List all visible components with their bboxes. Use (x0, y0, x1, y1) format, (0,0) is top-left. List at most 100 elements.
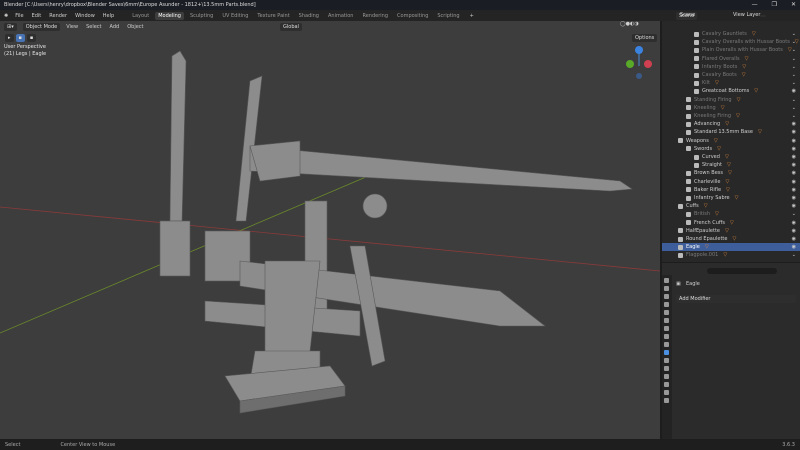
eye-icon[interactable]: ⌄ (792, 252, 796, 258)
outliner-item[interactable]: Kilt ▽ ⌄ (662, 79, 800, 87)
outliner[interactable]: Cavalry Gauntlets ▽ ⌄ Cavalry Overalls with… (662, 21, 800, 262)
eye-icon[interactable]: ⌄ (792, 105, 796, 111)
property-tab-icon[interactable] (664, 398, 669, 403)
outliner-item[interactable]: Flared Overalls ▽ ⌄ (662, 55, 800, 63)
eye-icon[interactable]: ⌄ (792, 97, 796, 103)
select-extend-icon[interactable]: ▪ (26, 34, 37, 42)
property-tab-icon[interactable] (664, 374, 669, 379)
property-tab-icon[interactable] (664, 366, 669, 371)
outliner-item[interactable]: HalfEpaulette ▽ ◉ (662, 227, 800, 235)
object-name[interactable]: Eagle (686, 281, 700, 287)
menu-render[interactable]: Render (49, 13, 67, 19)
maximize-icon[interactable]: ❐ (772, 1, 777, 8)
tab-modeling[interactable]: Modeling (155, 11, 184, 20)
property-tab-icon[interactable] (664, 286, 669, 291)
outliner-item[interactable]: Greatcoat Bottoms ▽ ◉ (662, 87, 800, 95)
eye-icon[interactable]: ⌄ (792, 72, 796, 78)
eye-icon[interactable]: ◉ (792, 146, 796, 152)
menu-select[interactable]: Select (86, 24, 101, 30)
close-icon[interactable]: ✕ (791, 1, 796, 8)
eye-icon[interactable]: ◉ (792, 187, 796, 193)
properties-tabs[interactable] (662, 275, 672, 439)
outliner-item[interactable]: Flagpole.001 ▽ ⌄ (662, 251, 800, 259)
menu-help[interactable]: Help (103, 13, 114, 19)
eye-icon[interactable]: ⌄ (792, 39, 796, 45)
tab-animation[interactable]: Animation (325, 12, 357, 20)
tab-texture-paint[interactable]: Texture Paint (254, 12, 292, 20)
property-tab-icon[interactable] (664, 358, 669, 363)
eye-icon[interactable]: ◉ (792, 162, 796, 168)
tab-layout[interactable]: Layout (129, 12, 152, 20)
property-tab-icon[interactable] (664, 326, 669, 331)
outliner-item[interactable]: Cavalry Gauntlets ▽ ⌄ (662, 30, 800, 38)
menu-window[interactable]: Window (75, 13, 95, 19)
tab-scripting[interactable]: Scripting (434, 12, 462, 20)
property-tab-icon[interactable] (664, 390, 669, 395)
blender-logo-icon[interactable]: ✺ (4, 13, 8, 19)
outliner-item[interactable]: Straight ▽ ◉ (662, 161, 800, 169)
eye-icon[interactable]: ⌄ (792, 31, 796, 37)
eye-icon[interactable]: ◉ (792, 170, 796, 176)
eye-icon[interactable]: ◉ (792, 220, 796, 226)
eye-icon[interactable]: ◉ (792, 121, 796, 127)
property-tab-icon[interactable] (664, 278, 669, 283)
outliner-item[interactable]: Baker Rifle ▽ ◉ (662, 186, 800, 194)
eye-icon[interactable]: ◉ (792, 236, 796, 242)
outliner-item[interactable]: Standard 13.5mm Base ▽ ◉ (662, 128, 800, 136)
eye-icon[interactable]: ⌄ (792, 64, 796, 70)
outliner-item[interactable]: Brown Bess ▽ ◉ (662, 169, 800, 177)
outliner-item[interactable]: Infantry Boots ▽ ⌄ (662, 63, 800, 71)
outliner-item[interactable]: Eagle ▽ ◉ (662, 243, 800, 252)
outliner-item[interactable]: Infantry Sabre ▽ ◉ (662, 194, 800, 202)
menu-add[interactable]: Add (110, 24, 120, 30)
properties-editor[interactable]: ▣ Eagle Add Modifier (662, 263, 800, 439)
tab-sculpting[interactable]: Sculpting (187, 12, 216, 20)
outliner-item[interactable]: Swords ▽ ◉ (662, 145, 800, 153)
tab-compositing[interactable]: Compositing (394, 12, 431, 20)
minimize-icon[interactable]: — (752, 1, 758, 8)
eye-icon[interactable]: ⌄ (792, 211, 796, 217)
eye-icon[interactable]: ◉ (792, 88, 796, 94)
eye-icon[interactable]: ⌄ (792, 56, 796, 62)
outliner-item[interactable]: Plain Overalls with Hussar Boots ▽ ⌄ (662, 46, 800, 54)
editor-type-button[interactable]: ⊞▾ (4, 22, 17, 31)
3d-viewport[interactable] (0, 21, 660, 439)
add-modifier-button[interactable]: Add Modifier (676, 295, 796, 303)
property-tab-icon[interactable] (664, 318, 669, 323)
eye-icon[interactable]: ◉ (792, 203, 796, 209)
outliner-item[interactable]: Kneeling ▽ ⌄ (662, 104, 800, 112)
outliner-item[interactable]: Curved ▽ ◉ (662, 153, 800, 161)
outliner-item[interactable]: Cuffs ▽ ◉ (662, 202, 800, 210)
scene-name[interactable]: Scene (680, 12, 695, 18)
property-tab-icon[interactable] (664, 350, 669, 355)
outliner-item[interactable]: Weapons ▽ ◉ (662, 137, 800, 145)
property-tab-icon[interactable] (664, 382, 669, 387)
property-tab-icon[interactable] (664, 302, 669, 307)
properties-search[interactable] (707, 268, 777, 274)
tab-shading[interactable]: Shading (296, 12, 322, 20)
tab-rendering[interactable]: Rendering (359, 12, 391, 20)
outliner-item[interactable]: French Cuffs ▽ ◉ (662, 219, 800, 227)
eye-icon[interactable]: ⌄ (792, 47, 796, 53)
menu-view[interactable]: View (66, 24, 78, 30)
tab-uv-editing[interactable]: UV Editing (219, 12, 251, 20)
outliner-item[interactable]: British ▽ ⌄ (662, 210, 800, 218)
outliner-item[interactable]: Kneeling Firing ▽ ⌄ (662, 112, 800, 120)
menu-object[interactable]: Object (127, 24, 143, 30)
property-tab-icon[interactable] (664, 342, 669, 347)
eye-icon[interactable]: ⌄ (792, 113, 796, 119)
orientation-selector[interactable]: Global (280, 22, 302, 31)
eye-icon[interactable]: ◉ (792, 138, 796, 144)
property-tab-icon[interactable] (664, 294, 669, 299)
eye-icon[interactable]: ◉ (792, 195, 796, 201)
outliner-item[interactable]: Round Epaulette ▽ ◉ (662, 235, 800, 243)
eye-icon[interactable]: ◉ (792, 129, 796, 135)
eye-icon[interactable]: ◉ (792, 244, 796, 250)
select-mode-icon[interactable]: ▪ (15, 34, 25, 42)
property-tab-icon[interactable] (664, 310, 669, 315)
shading-buttons[interactable]: ◯●◐◑ (620, 21, 639, 27)
mode-selector[interactable]: Object Mode (22, 22, 61, 31)
outliner-item[interactable]: Charleville ▽ ◉ (662, 178, 800, 186)
eye-icon[interactable]: ⌄ (792, 80, 796, 86)
options-button[interactable]: Options (632, 34, 658, 42)
